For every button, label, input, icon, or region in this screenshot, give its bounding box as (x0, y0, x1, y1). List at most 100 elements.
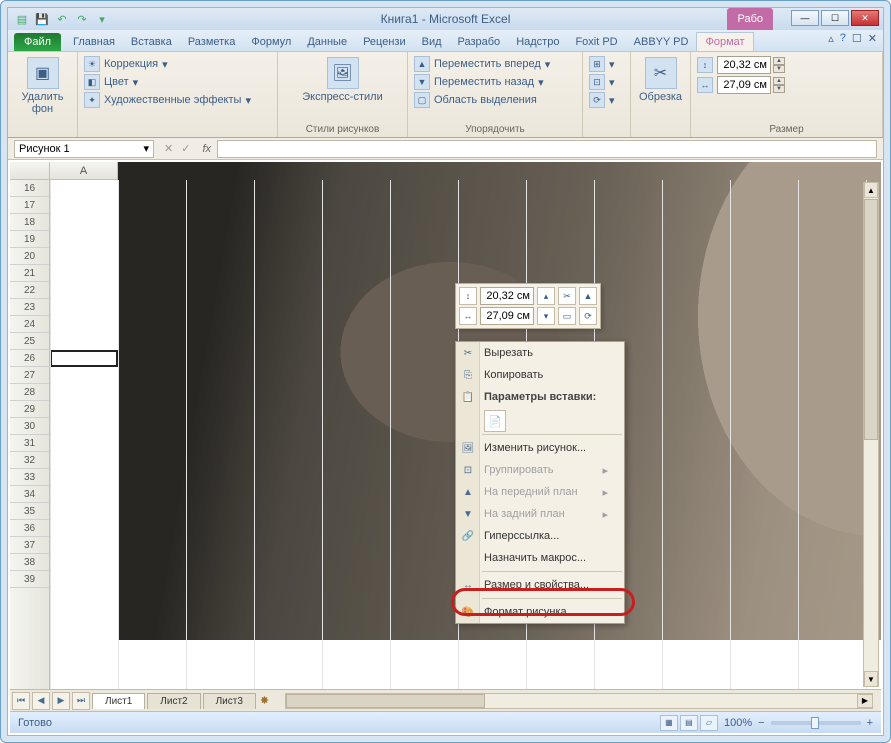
express-styles-button[interactable]: 🖼 Экспресс-стили (284, 55, 401, 105)
corrections-button[interactable]: ☀Коррекция ▾ (84, 55, 271, 73)
window-restore-icon[interactable]: ☐ (852, 32, 862, 45)
row-header[interactable]: 32 (10, 452, 49, 469)
styles-icon[interactable]: ▭ (558, 307, 576, 325)
mini-spin-icon[interactable]: ▾ (537, 307, 555, 325)
zoom-in-icon[interactable]: + (867, 717, 873, 729)
send-backward-button[interactable]: ▼Переместить назад ▾ (414, 73, 576, 91)
remove-background-button[interactable]: ▣ Удалить фон (14, 55, 71, 117)
row-header[interactable]: 35 (10, 503, 49, 520)
row-header[interactable]: 36 (10, 520, 49, 537)
mini-spin-icon[interactable]: ▴ (537, 287, 555, 305)
page-layout-view-icon[interactable]: ▤ (680, 715, 698, 731)
tab-abbyy[interactable]: ABBYY PD (626, 33, 697, 51)
paste-option-button[interactable]: 📄 (484, 410, 506, 432)
crop-icon[interactable]: ✂ (558, 287, 576, 305)
scroll-up-icon[interactable]: ▲ (864, 182, 878, 198)
spin-down[interactable]: ▼ (773, 85, 785, 93)
sheet-nav-prev-icon[interactable]: ◀ (32, 692, 50, 710)
ctx-format-picture[interactable]: 🎨Формат рисунка... (456, 601, 624, 623)
bring-forward-button[interactable]: ▲Переместить вперед ▾ (414, 55, 576, 73)
row-header[interactable]: 23 (10, 299, 49, 316)
formula-input[interactable] (217, 140, 877, 158)
tab-home[interactable]: Главная (65, 33, 123, 51)
sheet-tab-2[interactable]: Лист2 (147, 693, 200, 709)
row-header[interactable]: 26 (10, 350, 49, 367)
scroll-right-icon[interactable]: ▶ (857, 694, 873, 708)
save-icon[interactable]: 💾 (34, 11, 50, 27)
cancel-formula-icon[interactable]: ✕ (164, 142, 173, 155)
row-header[interactable]: 38 (10, 554, 49, 571)
tab-data[interactable]: Данные (299, 33, 355, 51)
ctx-size-and-properties[interactable]: ↔Размер и свойства... (456, 574, 624, 596)
doc-close-icon[interactable]: ✕ (868, 32, 877, 45)
normal-view-icon[interactable]: ▦ (660, 715, 678, 731)
mini-height-input[interactable] (480, 287, 534, 305)
row-header[interactable]: 21 (10, 265, 49, 282)
row-header[interactable]: 39 (10, 571, 49, 588)
artistic-effects-button[interactable]: ✦Художественные эффекты ▾ (84, 91, 271, 109)
spin-up[interactable]: ▲ (773, 57, 785, 65)
ctx-copy[interactable]: ⎘Копировать (456, 364, 624, 386)
redo-icon[interactable]: ↷ (74, 11, 90, 27)
row-header[interactable]: 22 (10, 282, 49, 299)
bring-forward-icon[interactable]: ▲ (579, 287, 597, 305)
row-header[interactable]: 34 (10, 486, 49, 503)
enter-formula-icon[interactable]: ✓ (181, 142, 190, 155)
row-header[interactable]: 30 (10, 418, 49, 435)
tab-foxit[interactable]: Foxit PD (567, 33, 625, 51)
minimize-button[interactable]: — (791, 10, 819, 26)
align-button[interactable]: ⊞▾ (589, 55, 624, 73)
sheet-tab-3[interactable]: Лист3 (203, 693, 256, 709)
rotate-icon[interactable]: ⟳ (579, 307, 597, 325)
name-box-dropdown-icon[interactable]: ▾ (143, 142, 149, 155)
row-header[interactable]: 33 (10, 469, 49, 486)
group-button[interactable]: ⊡▾ (589, 73, 624, 91)
minimize-ribbon-icon[interactable]: ▵ (828, 32, 834, 45)
row-header[interactable]: 29 (10, 401, 49, 418)
qat-dropdown-icon[interactable]: ▾ (94, 11, 110, 27)
worksheet-grid[interactable]: A B C D E F G H I J K L 1617181920212223… (10, 162, 881, 689)
ctx-change-picture[interactable]: 🖼Изменить рисунок... (456, 437, 624, 459)
sheet-nav-last-icon[interactable]: ⏭ (72, 692, 90, 710)
row-header[interactable]: 16 (10, 180, 49, 197)
page-break-view-icon[interactable]: ▱ (700, 715, 718, 731)
ctx-assign-macro[interactable]: Назначить макрос... (456, 547, 624, 569)
zoom-level[interactable]: 100% (724, 717, 752, 729)
col-header[interactable]: A (50, 162, 118, 179)
close-button[interactable]: ✕ (851, 10, 879, 26)
fx-icon[interactable]: fx (202, 143, 211, 155)
mini-width-input[interactable] (480, 307, 534, 325)
sheet-nav-first-icon[interactable]: ⏮ (12, 692, 30, 710)
ctx-hyperlink[interactable]: 🔗Гиперссылка... (456, 525, 624, 547)
row-header[interactable]: 18 (10, 214, 49, 231)
color-button[interactable]: ◧Цвет ▾ (84, 73, 271, 91)
tab-review[interactable]: Рецензи (355, 33, 414, 51)
zoom-out-icon[interactable]: − (758, 717, 764, 729)
height-input[interactable] (717, 56, 771, 74)
spin-up[interactable]: ▲ (773, 77, 785, 85)
spin-down[interactable]: ▼ (773, 65, 785, 73)
help-icon[interactable]: ? (840, 32, 846, 45)
row-header[interactable]: 24 (10, 316, 49, 333)
vertical-scrollbar[interactable]: ▲ ▼ (863, 182, 879, 687)
tab-developer[interactable]: Разрабо (450, 33, 509, 51)
undo-icon[interactable]: ↶ (54, 11, 70, 27)
sheet-nav-next-icon[interactable]: ▶ (52, 692, 70, 710)
scroll-down-icon[interactable]: ▼ (864, 671, 878, 687)
row-header[interactable]: 28 (10, 384, 49, 401)
row-header[interactable]: 25 (10, 333, 49, 350)
rotate-button[interactable]: ⟳▾ (589, 91, 624, 109)
selection-pane-button[interactable]: ▢Область выделения (414, 91, 576, 109)
crop-button[interactable]: ✂ Обрезка (637, 55, 684, 105)
scroll-thumb[interactable] (286, 694, 485, 708)
tab-formulas[interactable]: Формул (243, 33, 299, 51)
row-header[interactable]: 19 (10, 231, 49, 248)
tab-insert[interactable]: Вставка (123, 33, 180, 51)
row-header[interactable]: 17 (10, 197, 49, 214)
ctx-cut[interactable]: ✂Вырезать (456, 342, 624, 364)
zoom-slider-thumb[interactable] (811, 717, 819, 729)
tab-layout[interactable]: Разметка (180, 33, 244, 51)
width-input[interactable] (717, 76, 771, 94)
tab-addins[interactable]: Надстро (508, 33, 567, 51)
zoom-slider[interactable] (771, 721, 861, 725)
